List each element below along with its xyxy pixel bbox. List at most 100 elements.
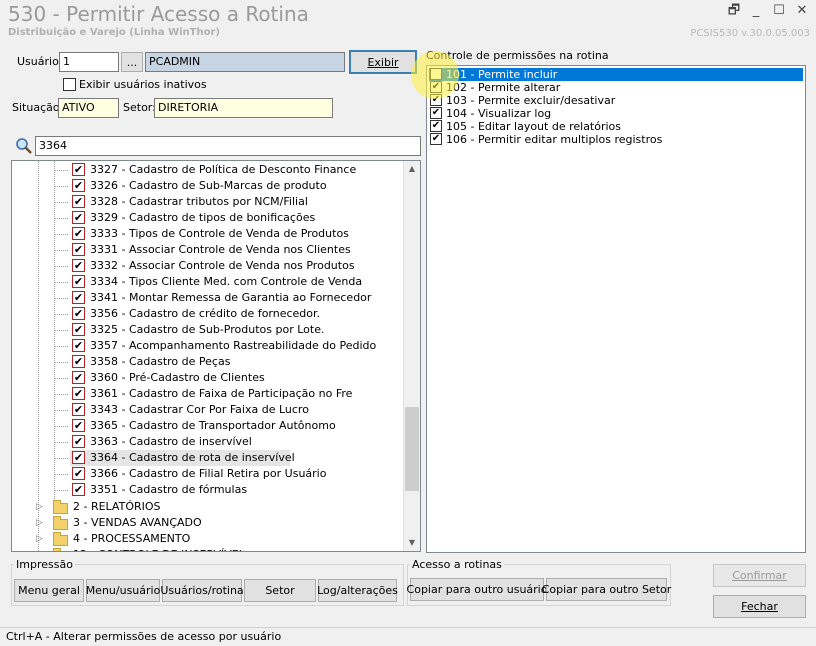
permission-label: 105 - Editar layout de relatórios (446, 120, 622, 133)
tree-item[interactable]: ✔ 3325 - Cadastro de Sub-Produtos por Lot… (54, 322, 324, 338)
impressao-title: Impressão (14, 558, 75, 571)
tree-item[interactable]: ✔ 3329 - Cadastro de tipos de bonificaçõe… (54, 210, 315, 226)
tree-item[interactable]: ✔ 3334 - Tipos Cliente Med. com Controle … (54, 274, 362, 290)
folder-icon (53, 500, 68, 514)
menu-geral-button[interactable]: Menu geral (14, 579, 84, 602)
tree-folder[interactable]: ▷ 4 - PROCESSAMENTO (34, 531, 394, 547)
restore-icon[interactable]: 🗗 (724, 2, 744, 20)
permission-checkbox[interactable]: ✔ (430, 133, 442, 145)
tree-item-checkbox[interactable]: ✔ (72, 483, 85, 496)
tree-item-checkbox[interactable]: ✔ (72, 339, 85, 352)
tree-connector (54, 442, 68, 443)
tree-item-checkbox[interactable]: ✔ (72, 275, 85, 288)
copiar-setor-button[interactable]: Copiar para outro Setor (542, 578, 671, 601)
tree-item[interactable]: ✔ 3331 - Associar Controle de Venda nos C… (54, 242, 351, 258)
permission-item[interactable]: ✔102 - Permite alterar (429, 81, 803, 94)
usuarios-rotina-button[interactable]: Usuários/rotina (160, 579, 244, 602)
tree-folder[interactable]: ▷ 12 - CONTROLE DE INSERVÍVEL (34, 547, 394, 551)
permission-item[interactable]: 101 - Permite incluir (429, 68, 803, 81)
tree-item-label: 3365 - Cadastro de Transportador Autônom… (90, 419, 336, 432)
tree-item-checkbox[interactable]: ✔ (72, 259, 85, 272)
tree-item[interactable]: ✔ 3327 - Cadastro de Política de Desconto… (54, 162, 356, 178)
permission-checkbox[interactable]: ✔ (430, 107, 442, 119)
expand-icon[interactable]: ▷ (36, 515, 43, 531)
search-icon[interactable] (15, 137, 33, 155)
copiar-usuario-button[interactable]: Copiar para outro usuário (407, 578, 547, 601)
tree-item[interactable]: ✔ 3357 - Acompanhamento Rastreabilidade d… (54, 338, 376, 354)
tree-item-label: 3325 - Cadastro de Sub-Produtos por Lote… (90, 323, 325, 336)
tree-item-checkbox[interactable]: ✔ (72, 163, 85, 176)
tree-item[interactable]: ✔ 3365 - Cadastro de Transportador Autôno… (54, 418, 336, 434)
expand-icon[interactable]: ▷ (36, 547, 43, 551)
tree-item[interactable]: ✔ 3358 - Cadastro de Peças (54, 354, 290, 370)
tree-item[interactable]: ✔ 3332 - Associar Controle de Venda nos P… (54, 258, 355, 274)
tree-item[interactable]: ✔ 3363 - Cadastro de inservível (54, 434, 290, 450)
title-bar: 530 - Permitir Acesso a Rotina Distribui… (0, 0, 816, 44)
tree-item-checkbox[interactable]: ✔ (72, 467, 85, 480)
setor-button[interactable]: Setor (244, 579, 316, 602)
maximize-icon[interactable]: ☐ (769, 2, 789, 20)
menu-usuario-button[interactable]: Menu/usuário (86, 579, 160, 602)
tree-item[interactable]: ✔ 3361 - Cadastro de Faixa de Participaçã… (54, 386, 352, 402)
tree-folder[interactable]: ▷ 3 - VENDAS AVANÇADO (34, 515, 394, 531)
tree-item-label: 3364 - Cadastro de rota de inservível (90, 451, 295, 464)
permission-item[interactable]: ✔ 105 - Editar layout de relatórios (429, 120, 803, 133)
tree-connector (54, 346, 68, 347)
permission-item[interactable]: ✔ 103 - Permite excluir/desativar (429, 94, 803, 107)
tree-item-checkbox[interactable]: ✔ (72, 371, 85, 384)
tree-item-checkbox[interactable]: ✔ (72, 419, 85, 432)
tree-item-checkbox[interactable]: ✔ (72, 307, 85, 320)
checkbox-box[interactable] (63, 78, 76, 91)
expand-icon[interactable]: ▷ (36, 499, 43, 515)
tree-item-checkbox[interactable]: ✔ (72, 195, 85, 208)
tree-item-checkbox[interactable]: ✔ (72, 243, 85, 256)
tree-folder-label: 12 - CONTROLE DE INSERVÍVEL (73, 547, 245, 551)
tree-item-label: 3327 - Cadastro de Política de Desconto … (90, 163, 357, 176)
tree-item-checkbox[interactable]: ✔ (72, 291, 85, 304)
search-input[interactable]: 3364 (35, 136, 421, 156)
tree-item-checkbox[interactable]: ✔ (72, 323, 85, 336)
tree-item-checkbox[interactable]: ✔ (72, 403, 85, 416)
tree-item[interactable]: ✔ 3333 - Tipos de Controle de Venda de Pr… (54, 226, 349, 242)
tree-item[interactable]: ✔ 3366 - Cadastro de Filial Retira por Us… (54, 466, 326, 482)
tree-folder-label: 3 - VENDAS AVANÇADO (73, 516, 202, 529)
confirmar-button[interactable]: Confirmar (713, 564, 806, 587)
fechar-button[interactable]: Fechar (713, 595, 806, 618)
permission-item[interactable]: ✔ 106 - Permitir editar multiplos registr… (429, 133, 803, 146)
close-icon[interactable]: ✕ (792, 2, 812, 20)
tree-folder[interactable]: ▷ 2 - RELATÓRIOS (34, 499, 394, 515)
usuario-code-field[interactable]: 1 (59, 52, 119, 72)
tree-connector (54, 282, 68, 283)
tree-item[interactable]: ✔ 3326 - Cadastro de Sub-Marcas de produt… (54, 178, 327, 194)
tree-item-label: 3329 - Cadastro de tipos de bonificações (90, 211, 316, 224)
tree-item-label: 3326 - Cadastro de Sub-Marcas de produto (90, 179, 327, 192)
tree-item[interactable]: ✔ 3356 - Cadastro de crédito de fornecedo… (54, 306, 320, 322)
tree-item-label: 3343 - Cadastrar Cor Por Faixa de Lucro (90, 403, 309, 416)
tree-scrollbar[interactable]: ▲ ▼ (403, 161, 420, 551)
scroll-up-icon[interactable]: ▲ (404, 161, 420, 177)
tree-item[interactable]: ✔ 3341 - Montar Remessa de Garantia ao Fo… (54, 290, 371, 306)
scroll-thumb[interactable] (405, 407, 419, 491)
log-alteracoes-button[interactable]: Log/alterações (317, 579, 398, 602)
tree-item-checkbox[interactable]: ✔ (72, 355, 85, 368)
tree-item[interactable]: ✔ 3328 - Cadastrar tributos por NCM/Filia… (54, 194, 308, 210)
tree-item-checkbox[interactable]: ✔ (72, 435, 85, 448)
tree-item[interactable]: ✔ 3360 - Pré-Cadastro de Clientes (54, 370, 290, 386)
permission-checkbox[interactable]: ✔ (430, 120, 442, 132)
usuario-lookup-button[interactable]: ... (121, 52, 143, 72)
tree-item-checkbox[interactable]: ✔ (72, 179, 85, 192)
scroll-down-icon[interactable]: ▼ (404, 535, 420, 551)
tree-item-checkbox[interactable]: ✔ (72, 211, 85, 224)
tree-item[interactable]: ✔ 3343 - Cadastrar Cor Por Faixa de Lucro (54, 402, 309, 418)
tree-item-checkbox[interactable]: ✔ (72, 227, 85, 240)
tree-item-checkbox[interactable]: ✔ (72, 387, 85, 400)
permission-item[interactable]: ✔ 104 - Visualizar log (429, 107, 803, 120)
permissions-list[interactable]: 101 - Permite incluir✔102 - Permite alte… (426, 65, 806, 553)
tree-item[interactable]: ✔ 3364 - Cadastro de rota de inservível (54, 450, 295, 466)
tree-item-checkbox[interactable]: ✔ (72, 451, 85, 464)
tree-item[interactable]: ✔ 3351 - Cadastro de fórmulas (54, 482, 290, 498)
expand-icon[interactable]: ▷ (36, 531, 43, 547)
minimize-icon[interactable]: _ (746, 2, 766, 20)
exibir-button[interactable]: Exibir (349, 50, 417, 74)
routine-tree[interactable]: ✔ 3327 - Cadastro de Política de Desconto… (11, 160, 421, 552)
